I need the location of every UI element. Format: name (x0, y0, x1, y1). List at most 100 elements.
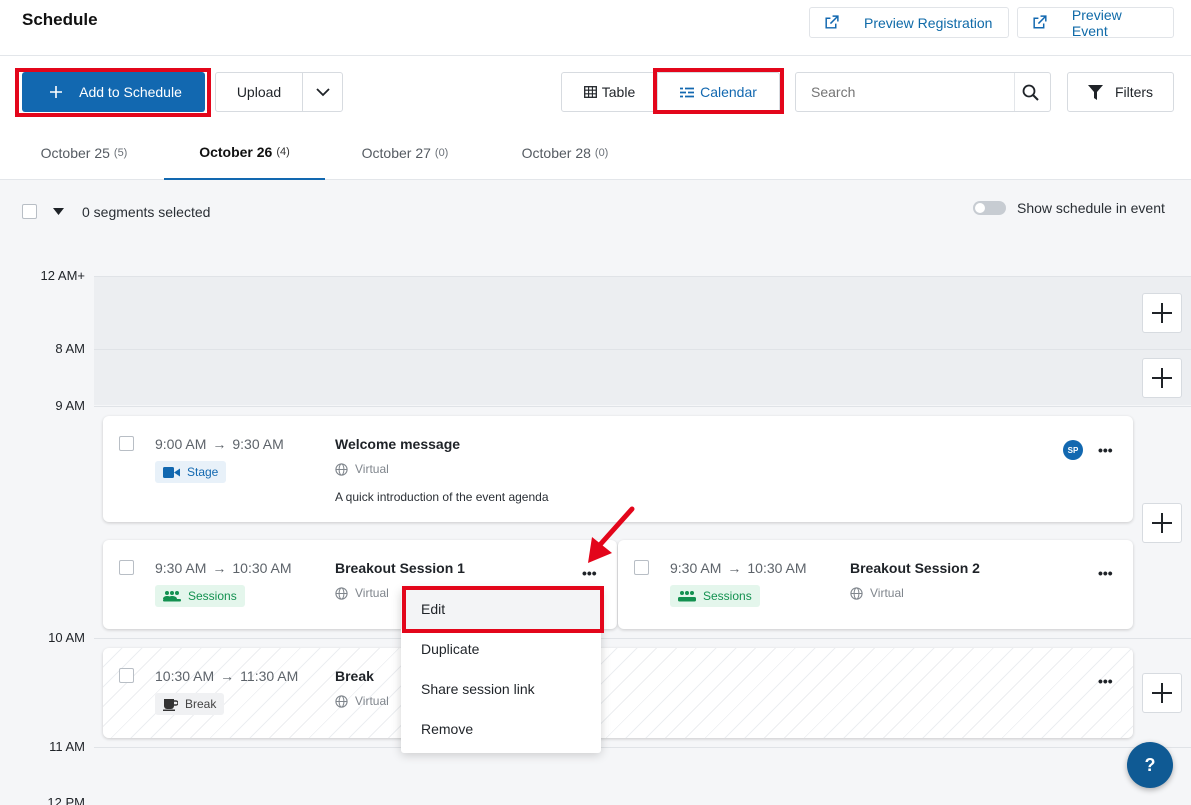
segment-end: 10:30 AM (232, 560, 292, 576)
hour-line (94, 276, 1191, 277)
segment-title[interactable]: Welcome message (335, 436, 460, 452)
more-icon[interactable]: ••• (582, 566, 597, 580)
preview-registration-button[interactable]: Preview Registration (809, 7, 1009, 38)
segment-location: Virtual (335, 462, 389, 476)
filters-label: Filters (1114, 84, 1154, 100)
date-tabs: October 25 (5) October 26 (4) October 27 (0… (0, 125, 1191, 180)
tag-label: Sessions (188, 589, 237, 603)
select-all-checkbox[interactable] (22, 204, 37, 219)
sessions-tag: Sessions (155, 585, 245, 607)
add-segment-button[interactable] (1142, 503, 1182, 543)
highlight-box-edit (402, 586, 604, 633)
preview-event-button[interactable]: Preview Event (1017, 6, 1174, 39)
segment-location: Virtual (850, 586, 904, 600)
tab-october-25[interactable]: October 25 (5) (0, 125, 168, 180)
more-icon[interactable]: ••• (1098, 566, 1113, 580)
top-bar: Schedule Preview Registration Preview Ev… (0, 0, 1191, 56)
tag-label: Stage (187, 465, 219, 479)
search-icon[interactable] (1022, 84, 1039, 101)
globe-icon (335, 694, 348, 708)
speaker-avatar[interactable]: SP (1063, 440, 1083, 460)
upload-button[interactable]: Upload (215, 72, 303, 112)
arrow-icon: → (212, 436, 227, 452)
add-segment-button[interactable] (1142, 673, 1182, 713)
more-icon[interactable]: ••• (1098, 443, 1113, 457)
segment-time: 9:00 AM → 9:30 AM (155, 436, 284, 452)
segment-title[interactable]: Breakout Session 2 (850, 560, 980, 576)
table-icon (583, 86, 597, 98)
arrow-icon: → (212, 560, 227, 576)
location-label: Virtual (355, 586, 389, 600)
video-icon (163, 466, 180, 478)
menu-item-duplicate[interactable]: Duplicate (401, 629, 601, 669)
segment-end: 10:30 AM (747, 560, 807, 576)
filters-button[interactable]: Filters (1067, 72, 1174, 112)
group-icon (163, 591, 181, 602)
preview-registration-label: Preview Registration (864, 14, 993, 31)
tab-count: (4) (276, 145, 290, 158)
segment-start: 9:30 AM (155, 560, 207, 576)
table-view-button[interactable]: Table (561, 72, 658, 112)
highlight-box-add (15, 68, 211, 117)
page-title: Schedule (22, 10, 98, 29)
segments-selected-text: 0 segments selected (82, 204, 211, 220)
help-button[interactable]: ? (1127, 742, 1173, 788)
table-view-label: Table (601, 84, 636, 100)
time-label: 12 PM (47, 795, 85, 805)
plus-icon (1152, 368, 1172, 388)
segment-checkbox[interactable] (119, 668, 134, 683)
time-label: 11 AM (49, 739, 85, 754)
segment-title[interactable]: Breakout Session 1 (335, 560, 465, 576)
segment-checkbox[interactable] (119, 436, 134, 451)
tag-label: Break (185, 697, 217, 711)
segment-time: 10:30 AM → 11:30 AM (155, 668, 298, 684)
tag-label: Sessions (703, 589, 752, 603)
add-segment-button[interactable] (1142, 358, 1182, 398)
group-icon (678, 591, 696, 602)
more-icon[interactable]: ••• (1098, 674, 1113, 688)
plus-icon (1152, 303, 1172, 323)
time-label: 8 AM (55, 341, 85, 356)
chevron-down-icon (315, 87, 330, 96)
menu-item-share-session-link[interactable]: Share session link (401, 669, 601, 709)
segment-start: 10:30 AM (155, 668, 215, 684)
time-label: 9 AM (55, 398, 85, 413)
tab-label: October 28 (521, 144, 591, 161)
search-box[interactable] (795, 72, 1051, 112)
hour-line (94, 638, 1191, 639)
time-label: 10 AM (48, 630, 85, 645)
hour-line (94, 349, 1191, 350)
show-schedule-toggle[interactable] (973, 201, 1006, 215)
segment-location: Virtual (335, 586, 389, 600)
filter-icon (1087, 84, 1103, 100)
globe-icon (335, 586, 348, 600)
arrow-icon: → (727, 560, 742, 576)
location-label: Virtual (355, 694, 389, 708)
menu-item-remove[interactable]: Remove (401, 709, 601, 749)
segment-time: 9:30 AM → 10:30 AM (155, 560, 292, 576)
upload-dropdown-button[interactable] (302, 72, 343, 112)
location-label: Virtual (355, 462, 389, 476)
preview-event-label: Preview Event (1071, 6, 1122, 39)
caret-down-icon[interactable] (53, 208, 64, 215)
stage-tag: Stage (155, 461, 227, 483)
segment-location: Virtual (335, 694, 389, 708)
segment-title[interactable]: Break (335, 668, 374, 684)
tab-count: (0) (594, 146, 609, 159)
add-segment-button[interactable] (1142, 293, 1182, 333)
tab-label: October 26 (199, 143, 273, 160)
tab-october-27[interactable]: October 27 (0) (325, 125, 485, 180)
segment-description: A quick introduction of the event agenda (335, 490, 549, 504)
tab-count: (0) (434, 146, 449, 159)
segment-checkbox[interactable] (119, 560, 134, 575)
segment-start: 9:00 AM (155, 436, 207, 452)
tab-october-26[interactable]: October 26 (4) (164, 125, 325, 180)
search-input[interactable] (796, 73, 1014, 111)
location-label: Virtual (870, 586, 904, 600)
segment-card-break[interactable] (103, 648, 1133, 738)
search-divider (1014, 73, 1015, 111)
tab-october-28[interactable]: October 28 (0) (485, 125, 645, 180)
hour-line (94, 747, 1191, 748)
time-label: 12 AM+ (40, 268, 85, 283)
plus-icon (1152, 513, 1172, 533)
